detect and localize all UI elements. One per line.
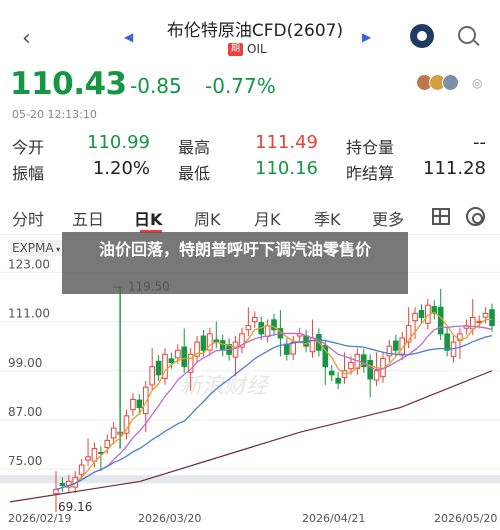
candle-body (251, 316, 258, 323)
y-tick-label: 111.00 (8, 307, 50, 321)
candle-body (53, 489, 59, 495)
candle-body (219, 340, 226, 351)
price-change-percent: -0.77% (205, 74, 276, 98)
watcher-avatars[interactable] (416, 74, 459, 91)
back-icon[interactable]: ‹ (22, 26, 31, 51)
page-title: 布伦特原油CFD(2607) (166, 21, 344, 41)
x-tick-label: 2026/02/19 (8, 512, 71, 525)
futures-badge: 期 (228, 42, 244, 56)
candle-body (200, 335, 207, 351)
candle-body (110, 427, 117, 439)
stat-value: 111.28 (423, 158, 486, 179)
stat-label: 持仓量 (346, 138, 395, 157)
avatar (442, 74, 459, 91)
candle-body (284, 343, 290, 355)
price-change: -0.85 (130, 74, 182, 98)
x-tick-label: 2026/05/20 (434, 512, 497, 525)
candle-body (104, 439, 111, 448)
ma-line (55, 311, 492, 491)
y-tick-label: 99.00 (8, 356, 42, 370)
x-tick-label: 2026/03/20 (138, 512, 201, 525)
layout-grid-icon[interactable] (432, 208, 450, 225)
tab-3[interactable]: 周K (194, 206, 221, 230)
candle-body (482, 312, 489, 318)
stat-label: 最高 (178, 138, 211, 157)
tab-6[interactable]: 更多 (372, 206, 404, 230)
candle-body (91, 448, 98, 462)
tab-1[interactable]: 五日 (72, 206, 104, 230)
symbol-subtitle: 期 OIL (228, 42, 267, 56)
candle-body (373, 370, 380, 381)
stat-value: 111.49 (255, 132, 318, 153)
candle-body (85, 456, 91, 461)
tab-4[interactable]: 月K (254, 206, 281, 230)
y-tick-label: 87.00 (8, 405, 42, 419)
stat-label: 今开 (12, 138, 45, 157)
y-tick-label: 75.00 (8, 454, 42, 468)
candle-body (175, 349, 181, 359)
indicator-selector[interactable]: EXPMA (8, 240, 65, 256)
candle-body (444, 333, 450, 351)
brand-logo-icon[interactable] (410, 24, 434, 48)
stat-label: 昨结算 (346, 164, 395, 183)
tab-0[interactable]: 分时 (12, 206, 44, 230)
candle-body (367, 360, 373, 380)
candle-body (476, 321, 482, 324)
next-symbol-icon[interactable]: ▶ (362, 30, 371, 44)
news-headline-overlay[interactable]: 油价回落，特朗普呼吁下调汽油零售价 (62, 232, 408, 294)
ma-line (55, 334, 493, 491)
settings-icon[interactable] (466, 207, 485, 226)
candle-body (130, 398, 136, 411)
candle-body (181, 346, 188, 368)
candle-body (418, 309, 425, 318)
candle-body (328, 370, 335, 376)
candle-body (155, 360, 162, 376)
stat-value: -- (473, 132, 486, 153)
candle-body (393, 340, 399, 351)
candle-body (245, 325, 252, 331)
symbol-code: OIL (247, 42, 267, 56)
candle-body (412, 312, 418, 322)
candle-body (264, 325, 271, 338)
quote-time: 05-20 12:13:10 (12, 108, 97, 121)
candle-body (489, 309, 495, 327)
candle-body (232, 341, 239, 358)
stat-label: 振幅 (12, 164, 45, 183)
tab-5[interactable]: 季K (314, 206, 341, 230)
candle-body (335, 377, 341, 384)
prev-symbol-icon[interactable]: ◀ (124, 30, 133, 44)
candle-body (98, 451, 104, 454)
candle-body (78, 464, 85, 475)
tab-2[interactable]: 日K (134, 206, 162, 230)
search-icon[interactable] (458, 26, 476, 44)
watchers-more-icon[interactable]: ◎ (472, 76, 482, 90)
watermark: 新浪财经 (180, 374, 269, 399)
candle-body (149, 366, 155, 386)
candle-body (348, 362, 354, 370)
candle-body (136, 399, 143, 409)
app-root: ‹ ◀ 布伦特原油CFD(2607) ▶ 期 OIL 110.43 -0.85 … (0, 0, 500, 530)
stat-value: 110.99 (87, 132, 150, 153)
y-tick-label: 123.00 (8, 257, 50, 271)
x-tick-label: 2026/04/21 (302, 512, 365, 525)
candle-body (168, 358, 175, 364)
stat-value: 1.20% (92, 158, 150, 179)
stat-label: 最低 (178, 164, 211, 183)
candle-body (59, 483, 66, 487)
stat-value: 110.16 (255, 158, 318, 179)
last-price: 110.43 (10, 66, 127, 102)
